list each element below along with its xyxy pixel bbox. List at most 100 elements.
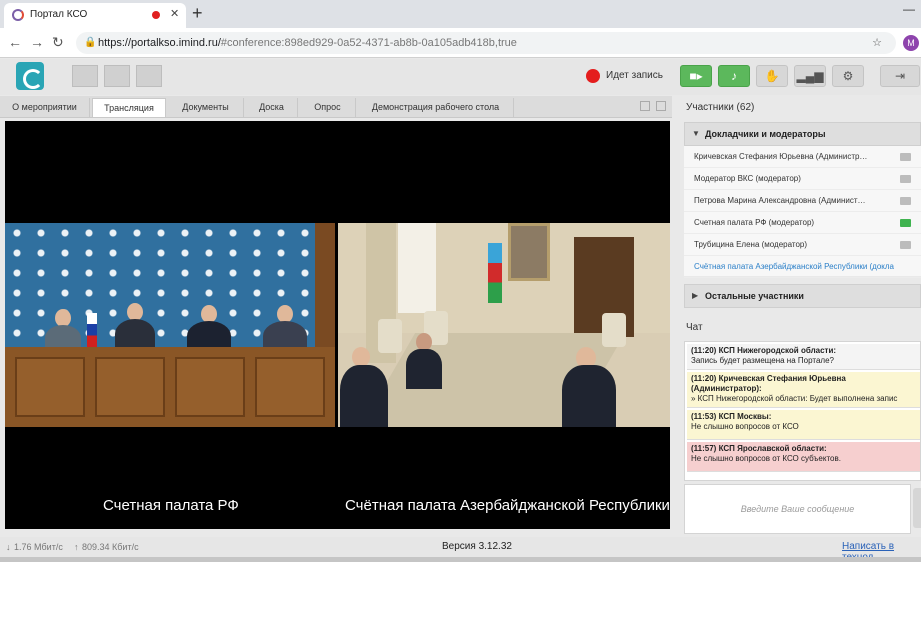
layout-split-icon[interactable] xyxy=(104,65,130,87)
send-button[interactable] xyxy=(913,488,921,528)
microphone-button[interactable]: ♪ xyxy=(718,65,750,87)
raise-hand-button[interactable]: ✋ xyxy=(756,65,788,87)
tab-board[interactable]: Доска xyxy=(246,98,298,117)
tab-desktop-demo[interactable]: Демонстрация рабочего стола xyxy=(358,98,514,117)
exit-icon: ⇥ xyxy=(894,69,906,83)
chat-message-head: (11:57) КСП Ярославской области: xyxy=(691,444,827,453)
chat-message-text: Не слышно вопросов от КСО xyxy=(691,422,799,431)
status-bar: ↓ 1.76 Мбит/с ↑ 809.34 Кбит/с Версия 3.1… xyxy=(0,537,921,562)
chat-message-head: (11:53) КСП Москвы: xyxy=(691,412,772,421)
browser-tab[interactable]: Портал КСО ✕ xyxy=(4,3,186,28)
back-icon[interactable]: ← xyxy=(8,34,22,50)
participant-name: Счётная палата Азербайджанской Республик… xyxy=(694,262,894,271)
microphone-icon: ♪ xyxy=(731,69,737,83)
person xyxy=(340,365,388,427)
participant-name: Петрова Марина Александровна (Админист… xyxy=(694,196,866,205)
exit-button[interactable]: ⇥ xyxy=(880,65,920,87)
content-tabs: О мероприятии Трансляция Документы Доска… xyxy=(0,96,672,118)
camera-button[interactable]: ■▸ xyxy=(680,65,712,87)
window xyxy=(398,223,436,313)
profile-avatar[interactable]: M xyxy=(903,35,919,51)
url-path: #conference:898ed929-0a52-4371-ab8b-0a10… xyxy=(220,37,517,49)
chair xyxy=(378,319,402,353)
desk-panel xyxy=(15,357,85,417)
tab-poll[interactable]: Опрос xyxy=(300,98,356,117)
camera-icon xyxy=(900,197,911,205)
participant-row[interactable]: Счётная палата Азербайджанской Республик… xyxy=(684,256,921,278)
upload-speed-icon: ↑ xyxy=(74,542,79,552)
person xyxy=(562,365,616,427)
chat-message-text: Запись будет размещена на Портале? xyxy=(691,356,834,365)
logo-icon xyxy=(16,62,44,90)
lock-icon: 🔒 xyxy=(84,37,97,48)
right-panel: Участники (62) ▼ Докладчики и модераторы… xyxy=(680,96,921,536)
upload-speed: 809.34 Кбит/с xyxy=(82,542,139,552)
video-feed-left xyxy=(5,223,335,427)
taskbar xyxy=(0,557,921,562)
gear-icon: ⚙ xyxy=(842,69,854,83)
tab-broadcast[interactable]: Трансляция xyxy=(92,98,166,117)
participant-name: Трубицина Елена (модератор) xyxy=(694,240,808,249)
participant-row[interactable]: Модератор ВКС (модератор) xyxy=(684,168,921,190)
download-speed: 1.76 Мбит/с xyxy=(14,542,63,552)
chat-message-text: Не слышно вопросов от КСО субъектов. xyxy=(691,454,841,463)
participant-row[interactable]: Трубицина Елена (модератор) xyxy=(684,234,921,256)
recording-indicator-icon xyxy=(152,11,160,19)
browser-tab-bar: Портал КСО ✕ + — xyxy=(0,0,921,28)
signal-button[interactable]: ▂▄▆ xyxy=(794,65,826,87)
chat-input[interactable]: Введите Ваше сообщение xyxy=(684,484,911,534)
minimize-icon[interactable]: — xyxy=(903,2,915,16)
video-feed-right xyxy=(338,223,670,427)
reload-icon[interactable]: ↻ xyxy=(52,34,64,51)
restore-icon[interactable] xyxy=(640,101,650,111)
chevron-right-icon: ▶ xyxy=(692,291,699,300)
participant-name: Счетная палата РФ (модератор) xyxy=(694,218,815,227)
participants-header: Участники (62) xyxy=(686,102,755,113)
desk-panel xyxy=(255,357,325,417)
star-icon[interactable]: ☆ xyxy=(872,32,882,54)
group-speakers[interactable]: ▼ Докладчики и модераторы xyxy=(684,122,921,146)
camera-icon xyxy=(900,241,911,249)
person xyxy=(115,319,155,349)
chat-title: Чат xyxy=(686,322,703,333)
tab-about[interactable]: О мероприятии xyxy=(0,98,90,117)
version-label: Версия 3.12.32 xyxy=(442,541,512,552)
caption-right: Счётная палата Азербайджанской Республик… xyxy=(345,497,670,514)
person-head xyxy=(352,347,370,367)
chat-message-text: » КСП Нижегородской области: Будет выпол… xyxy=(691,394,898,403)
close-tab-icon[interactable]: ✕ xyxy=(170,7,179,20)
participant-list: Кричевская Стефания Юрьевна (Администр… … xyxy=(684,146,921,278)
app-toolbar: Идет запись ■▸ ♪ ✋ ▂▄▆ ⚙ ⇥ xyxy=(0,59,921,95)
participant-row[interactable]: Кричевская Стефания Юрьевна (Администр… xyxy=(684,146,921,168)
settings-button[interactable]: ⚙ xyxy=(832,65,864,87)
group-speakers-label: Докладчики и модераторы xyxy=(705,129,826,139)
new-tab-icon[interactable]: + xyxy=(192,3,203,23)
camera-icon xyxy=(900,153,911,161)
layout-single-icon[interactable] xyxy=(136,65,162,87)
chat-message: (11:57) КСП Ярославской области: Не слыш… xyxy=(687,442,920,472)
camera-icon: ■▸ xyxy=(689,69,703,83)
url-field[interactable]: 🔒 https://portalkso.imind.ru/#conference… xyxy=(76,32,896,54)
group-others-label: Остальные участники xyxy=(705,291,804,301)
russia-flag xyxy=(87,313,97,347)
tab-documents[interactable]: Документы xyxy=(168,98,244,117)
chat-log: (11:20) КСП Нижегородской области: Запис… xyxy=(684,341,921,481)
desk-panel xyxy=(95,357,165,417)
participant-name: Модератор ВКС (модератор) xyxy=(694,174,801,183)
chat-message-head: (11:20) КСП Нижегородской области: xyxy=(691,346,837,355)
chat-message: (11:20) КСП Нижегородской области: Запис… xyxy=(687,344,920,370)
address-bar: ← → ↻ 🔒 https://portalkso.imind.ru/#conf… xyxy=(0,28,921,58)
participant-row[interactable]: Петрова Марина Александровна (Админист… xyxy=(684,190,921,212)
chevron-down-icon: ▼ xyxy=(692,129,700,138)
tab-title: Портал КСО xyxy=(30,9,88,20)
forward-icon[interactable]: → xyxy=(30,34,44,50)
group-others[interactable]: ▶ Остальные участники xyxy=(684,284,921,308)
recording-label: Идет запись xyxy=(606,70,663,81)
signal-icon: ▂▄▆ xyxy=(796,69,824,83)
chat-message: (11:20) Кричевская Стефания Юрьевна (Адм… xyxy=(687,372,920,408)
layout-grid-icon[interactable] xyxy=(72,65,98,87)
participant-row[interactable]: Счетная палата РФ (модератор) xyxy=(684,212,921,234)
wall-edge xyxy=(315,223,335,353)
video-area: Счетная палата РФ Счётная палата Азербай… xyxy=(5,121,670,529)
fullscreen-icon[interactable] xyxy=(656,101,666,111)
